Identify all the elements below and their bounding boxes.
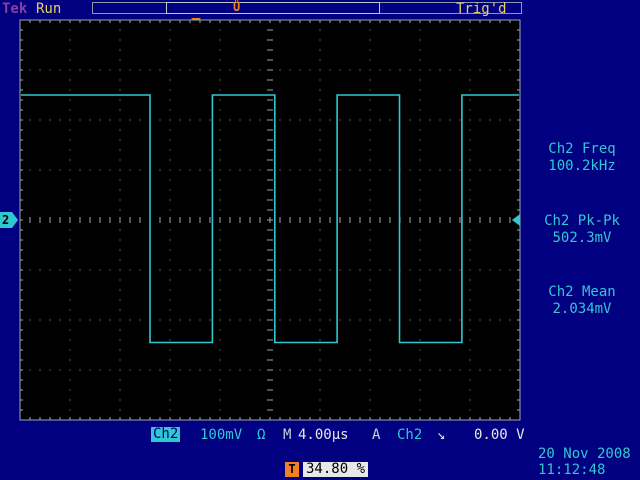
channel-badge[interactable]: Ch2 bbox=[151, 427, 181, 442]
measurement-value: 2.034mV bbox=[552, 301, 612, 317]
time-readout: 11:12:48 bbox=[538, 462, 606, 478]
trigger-level-arrow-icon[interactable] bbox=[512, 214, 520, 226]
trigger-source: Ch2 bbox=[397, 427, 423, 443]
trigger-level-readout: 0.00 V bbox=[474, 427, 525, 443]
volts-per-div: 100mV bbox=[200, 427, 243, 443]
time-per-div: 4.00µs bbox=[298, 427, 349, 443]
measurement-pk-pk: Ch2 Pk-Pk 502.3mV bbox=[527, 213, 637, 247]
measurement-value: 502.3mV bbox=[552, 230, 612, 246]
trigger-position-label: T bbox=[285, 462, 299, 477]
measurement-label: Ch2 Freq bbox=[548, 141, 616, 157]
oscilloscope-screen: Tek Run Ů Trig'd 2 Ch2 Freq 100.2kHz Ch2… bbox=[0, 0, 640, 480]
measurement-label: Ch2 Mean bbox=[548, 284, 616, 300]
measurement-value: 100.2kHz bbox=[548, 158, 616, 174]
trigger-mode: A bbox=[372, 427, 381, 443]
timebase-prefix: M bbox=[283, 427, 292, 443]
date-readout: 20 Nov 2008 bbox=[538, 446, 631, 462]
measurement-frequency: Ch2 Freq 100.2kHz bbox=[527, 141, 637, 175]
trigger-position-value[interactable]: 34.80 % bbox=[303, 462, 369, 477]
falling-edge-icon: ↘ bbox=[437, 427, 446, 443]
measurement-mean: Ch2 Mean 2.034mV bbox=[527, 284, 637, 318]
measurement-label: Ch2 Pk-Pk bbox=[544, 213, 620, 229]
ch2-ground-label: 2 bbox=[2, 213, 10, 227]
coupling-icon: Ω bbox=[257, 427, 266, 443]
